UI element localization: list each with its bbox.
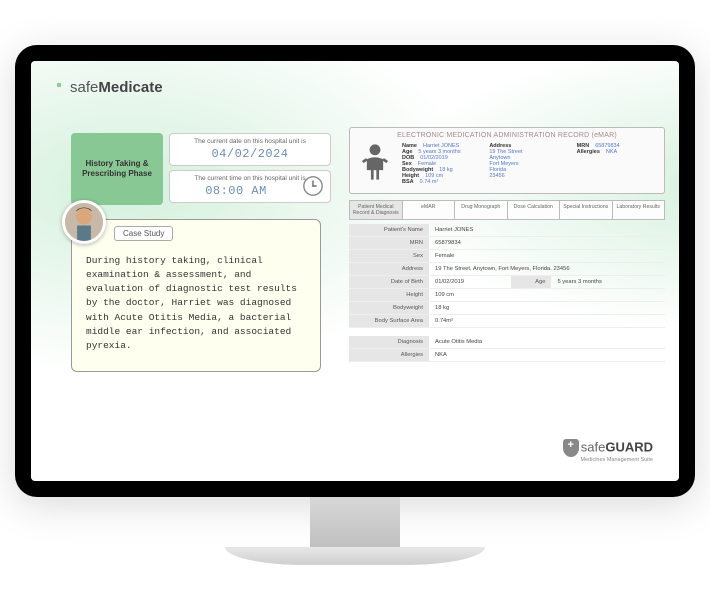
- safeguard-logo: safeGUARD Medicines Management Suite: [563, 439, 653, 463]
- screen: safeMedicate History Taking & Prescribin…: [31, 61, 679, 481]
- logo-plain: safe: [70, 79, 98, 96]
- tab-lab-results[interactable]: Laboratory Results: [613, 200, 666, 220]
- logo-icon: [57, 83, 67, 93]
- h-addr5: 23456: [489, 173, 568, 179]
- d-alg-v: NKA: [429, 348, 665, 361]
- guard-sub: Medicines Management Suite: [563, 457, 653, 463]
- guard-bold: GUARD: [605, 439, 653, 454]
- d-ht-v: 109 cm: [429, 288, 665, 301]
- d-addr-v: 19 The Street, Anytown, Fort Meyers, Flo…: [429, 262, 665, 275]
- case-study-tab: Case Study: [114, 226, 173, 241]
- d-dx-v: Acute Otitis Media: [429, 336, 665, 349]
- shield-icon: [563, 439, 579, 457]
- diagnosis-table: DiagnosisAcute Otitis Media AllergiesNKA: [349, 336, 665, 362]
- d-bsa-v: 0.74m²: [429, 314, 665, 327]
- d-dob-l: Date of Birth: [349, 275, 429, 288]
- guard-plain: safe: [581, 439, 606, 454]
- case-study-text: During history taking, clinical examinat…: [86, 254, 306, 354]
- d-mrn-v: 65879834: [429, 236, 665, 249]
- h-all-v: NKA: [606, 149, 617, 155]
- tab-drug-monograph[interactable]: Drug Monograph: [455, 200, 508, 220]
- d-addr-l: Address: [349, 262, 429, 275]
- d-dx-l: Diagnosis: [349, 336, 429, 349]
- clock-icon: [302, 175, 324, 197]
- date-label: The current date on this hospital unit i…: [176, 138, 324, 145]
- logo-bold: Medicate: [98, 79, 162, 96]
- date-box: The current date on this hospital unit i…: [169, 133, 331, 166]
- d-sex-l: Sex: [349, 249, 429, 262]
- d-age-v: 5 years 3 months: [551, 275, 665, 288]
- tab-patient-record[interactable]: Patient Medical Record & Diagnosis: [349, 200, 403, 220]
- phase-title: History Taking & Prescribing Phase: [77, 159, 157, 178]
- d-sex-v: Female: [429, 249, 665, 262]
- time-box: The current time on this hospital unit i…: [169, 170, 331, 203]
- emar-title: ELECTRONIC MEDICATION ADMINISTRATION REC…: [358, 132, 656, 139]
- app-logo: safeMedicate: [57, 79, 163, 96]
- d-pname-l: Patient's Name: [349, 224, 429, 237]
- h-all-l: Allergies: [577, 149, 600, 155]
- phase-card: History Taking & Prescribing Phase: [71, 133, 163, 205]
- d-pname-v: Harriet JONES: [429, 224, 665, 237]
- tab-special-instr[interactable]: Special Instructions: [560, 200, 613, 220]
- tab-dose-calc[interactable]: Dose Calculation: [508, 200, 561, 220]
- d-bsa-l: Body Surface Area: [349, 314, 429, 327]
- d-ht-l: Height: [349, 288, 429, 301]
- h-addr-l: Address: [489, 143, 511, 149]
- h-bsa-l: BSA: [402, 179, 414, 185]
- emar-panel: ELECTRONIC MEDICATION ADMINISTRATION REC…: [349, 127, 665, 362]
- emar-tabs: Patient Medical Record & Diagnosis eMAR …: [349, 200, 665, 220]
- d-dob-v: 01/02/2019: [429, 275, 511, 288]
- h-bsa-v: 0.74 m²: [420, 179, 439, 185]
- d-age-l: Age: [511, 275, 551, 288]
- patient-detail-table: Patient's NameHarriet JONES MRN65879834 …: [349, 224, 665, 328]
- tab-emar[interactable]: eMAR: [403, 200, 456, 220]
- date-value: 04/02/2024: [176, 147, 324, 161]
- avatar: [62, 200, 106, 244]
- d-mrn-l: MRN: [349, 236, 429, 249]
- monitor-stand-neck: [310, 497, 400, 547]
- d-bw-l: Bodyweight: [349, 301, 429, 314]
- person-icon: [358, 143, 392, 181]
- monitor-bezel: safeMedicate History Taking & Prescribin…: [15, 45, 695, 497]
- d-alg-l: Allergies: [349, 348, 429, 361]
- case-study-card: Case Study During history taking, clinic…: [71, 219, 321, 373]
- monitor-stand-base: [225, 547, 485, 565]
- d-bw-v: 18 kg: [429, 301, 665, 314]
